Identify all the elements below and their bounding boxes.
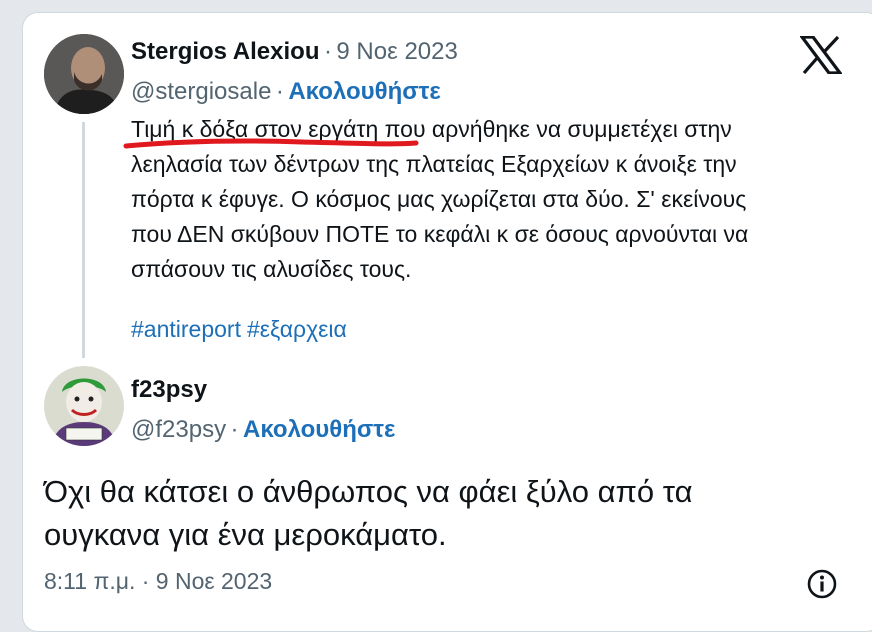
tweet-date[interactable]: 9 Νοε 2023 [336,38,457,65]
avatar-stergios[interactable] [44,34,124,114]
hashtag-row: #antireport #εξαρχεια [131,316,353,343]
hashtag-link[interactable]: #εξαρχεια [247,316,347,342]
reply-author-name[interactable]: f23psy [131,376,207,403]
handle-separator: · [275,78,284,105]
author-handle[interactable]: @stergiosale [131,78,271,105]
reply-text-line: Όχι θα κάτσει ο άνθρωπος να φάει ξύλο απ… [44,474,693,509]
reply-follow-button[interactable]: Ακολουθήστε [243,416,395,443]
tweet-handle-row: @stergiosale · Ακολουθήστε [131,78,441,106]
tweet-header: Stergios Alexiou · 9 Νοε 2023 [131,38,458,66]
follow-button[interactable]: Ακολουθήστε [288,78,440,105]
thread-connector-line [82,122,85,358]
tweet-text-line: σπάσουν τις αλυσίδες τους. [131,256,412,282]
tweet-text-line: πόρτα κ έφυγε. Ο κόσμος μας χωρίζεται στ… [131,186,747,212]
tweet-text-line: λεηλασία των δέντρων της πλατείας Εξαρχε… [131,151,737,177]
tweet-text-line: που ΔΕΝ σκύβουν ΠΟΤΕ το κεφάλι κ σε όσου… [131,221,749,247]
reply-handle-row: @f23psy · Ακολουθήστε [131,416,395,444]
header-separator: · [323,38,332,65]
hashtag-link[interactable]: #antireport [131,316,241,342]
info-icon[interactable] [806,568,838,600]
reply-handle-separator: · [230,416,239,443]
reply-text-line: ουγκανα για ένα μεροκάματο. [44,517,447,552]
x-logo-icon[interactable] [800,36,842,74]
reply-author-handle[interactable]: @f23psy [131,416,226,443]
red-underline-annotation [123,138,419,149]
author-name[interactable]: Stergios Alexiou [131,38,319,65]
reply-text: Όχι θα κάτσει ο άνθρωπος να φάει ξύλο απ… [44,470,844,556]
reply-header: f23psy [131,376,207,404]
reply-timestamp[interactable]: 8:11 π.μ. · 9 Νοε 2023 [44,568,272,595]
avatar-f23psy[interactable] [44,366,124,446]
